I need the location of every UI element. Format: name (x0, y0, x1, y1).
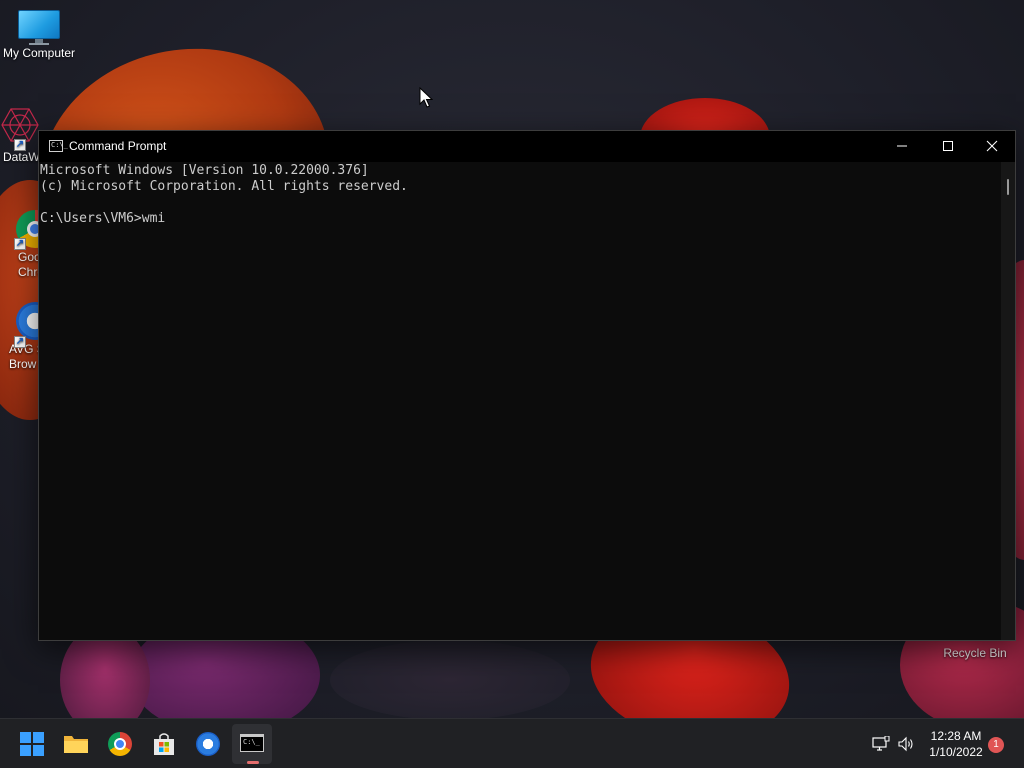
avg-browser-icon (16, 302, 40, 340)
file-explorer-icon (64, 736, 88, 753)
clock-date: 1/10/2022 (929, 745, 983, 759)
start-button[interactable] (12, 724, 52, 764)
desktop-icon-recycle-bin[interactable]: Recycle Bin (935, 646, 1015, 660)
close-icon (986, 140, 998, 152)
window-titlebar[interactable]: C:\_ Command Prompt (39, 131, 1015, 162)
maximize-icon (943, 141, 953, 151)
console-line: (c) Microsoft Corporation. All rights re… (40, 179, 408, 194)
desktop-icon-datawrapper[interactable]: ↗ DataW (0, 105, 40, 165)
computer-icon (18, 10, 60, 45)
desktop-icon-label: Goo Chro (18, 250, 40, 279)
avg-browser-icon (196, 732, 220, 756)
console-output[interactable]: Microsoft Windows [Version 10.0.22000.37… (39, 162, 999, 640)
command-prompt-window[interactable]: C:\_ Command Prompt Microsoft Windows [V… (38, 130, 1016, 641)
window-title: Command Prompt (69, 139, 167, 153)
shortcut-arrow-icon: ↗ (14, 139, 26, 151)
vertical-scrollbar[interactable] (1001, 162, 1015, 640)
start-icon (20, 732, 44, 756)
taskbar-avg-browser[interactable] (188, 724, 228, 764)
command-prompt-icon: C:\_ (240, 734, 264, 752)
microsoft-store-icon (154, 733, 174, 755)
desktop-icon-google-chrome[interactable]: ↗ Goo Chro (0, 210, 40, 280)
shortcut-arrow-icon: ↗ (14, 336, 26, 348)
minimize-icon (897, 145, 907, 147)
taskbar: C:\_ 12:28 AM 1/10/2022 1 (0, 718, 1024, 768)
close-button[interactable] (969, 131, 1015, 161)
taskbar-clock[interactable]: 12:28 AM 1/10/2022 (922, 728, 990, 760)
network-icon[interactable] (872, 736, 890, 752)
mouse-cursor-icon (419, 87, 433, 108)
clock-time: 12:28 AM (930, 729, 982, 743)
maximize-button[interactable] (925, 131, 971, 161)
chrome-icon (108, 732, 132, 756)
desktop-icon-label: My Computer (2, 46, 76, 60)
taskbar-file-explorer[interactable] (56, 724, 96, 764)
shortcut-arrow-icon: ↗ (14, 238, 26, 250)
taskbar-command-prompt[interactable]: C:\_ (232, 724, 272, 764)
console-prompt-line: C:\Users\VM6>wmi (40, 211, 166, 226)
notification-badge[interactable]: 1 (988, 737, 1004, 753)
minimize-button[interactable] (879, 131, 925, 161)
wallpaper-shape (330, 640, 570, 718)
desktop-icon-my-computer[interactable]: My Computer (0, 10, 78, 61)
scrollbar-thumb[interactable] (1007, 179, 1009, 195)
active-app-indicator (247, 761, 259, 764)
console-line: Microsoft Windows [Version 10.0.22000.37… (40, 163, 369, 178)
taskbar-chrome[interactable] (100, 724, 140, 764)
desktop-icon-label: Recycle Bin (943, 646, 1007, 660)
taskbar-microsoft-store[interactable] (144, 724, 184, 764)
desktop-icon-label: DataW (3, 150, 40, 164)
command-prompt-icon: C:\_ (49, 140, 68, 152)
desktop-icon-avg-browser[interactable]: ↗ AVG S Brow (0, 302, 40, 372)
volume-icon[interactable] (897, 736, 915, 752)
